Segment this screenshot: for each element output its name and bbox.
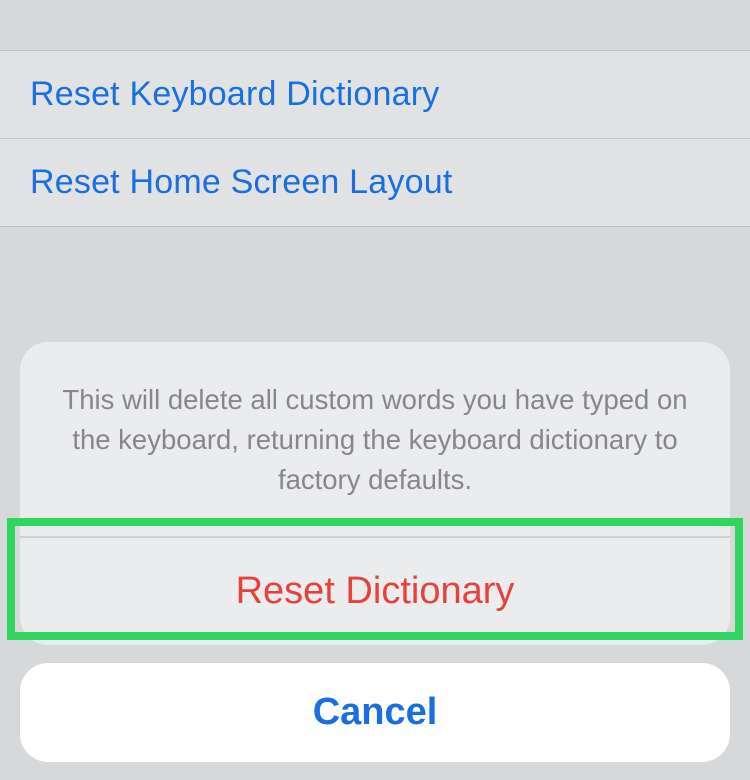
action-sheet-message: This will delete all custom words you ha…	[20, 342, 730, 538]
action-sheet: This will delete all custom words you ha…	[20, 342, 730, 645]
action-sheet-container: This will delete all custom words you ha…	[20, 342, 730, 762]
row-label: Reset Home Screen Layout	[30, 163, 452, 201]
cancel-button[interactable]: Cancel	[20, 663, 730, 762]
reset-dictionary-button[interactable]: Reset Dictionary	[20, 538, 730, 645]
settings-list: Reset Keyboard Dictionary Reset Home Scr…	[0, 50, 750, 227]
row-label: Reset Keyboard Dictionary	[30, 75, 439, 113]
reset-keyboard-dictionary-row[interactable]: Reset Keyboard Dictionary	[0, 51, 750, 139]
reset-home-screen-layout-row[interactable]: Reset Home Screen Layout	[0, 139, 750, 227]
